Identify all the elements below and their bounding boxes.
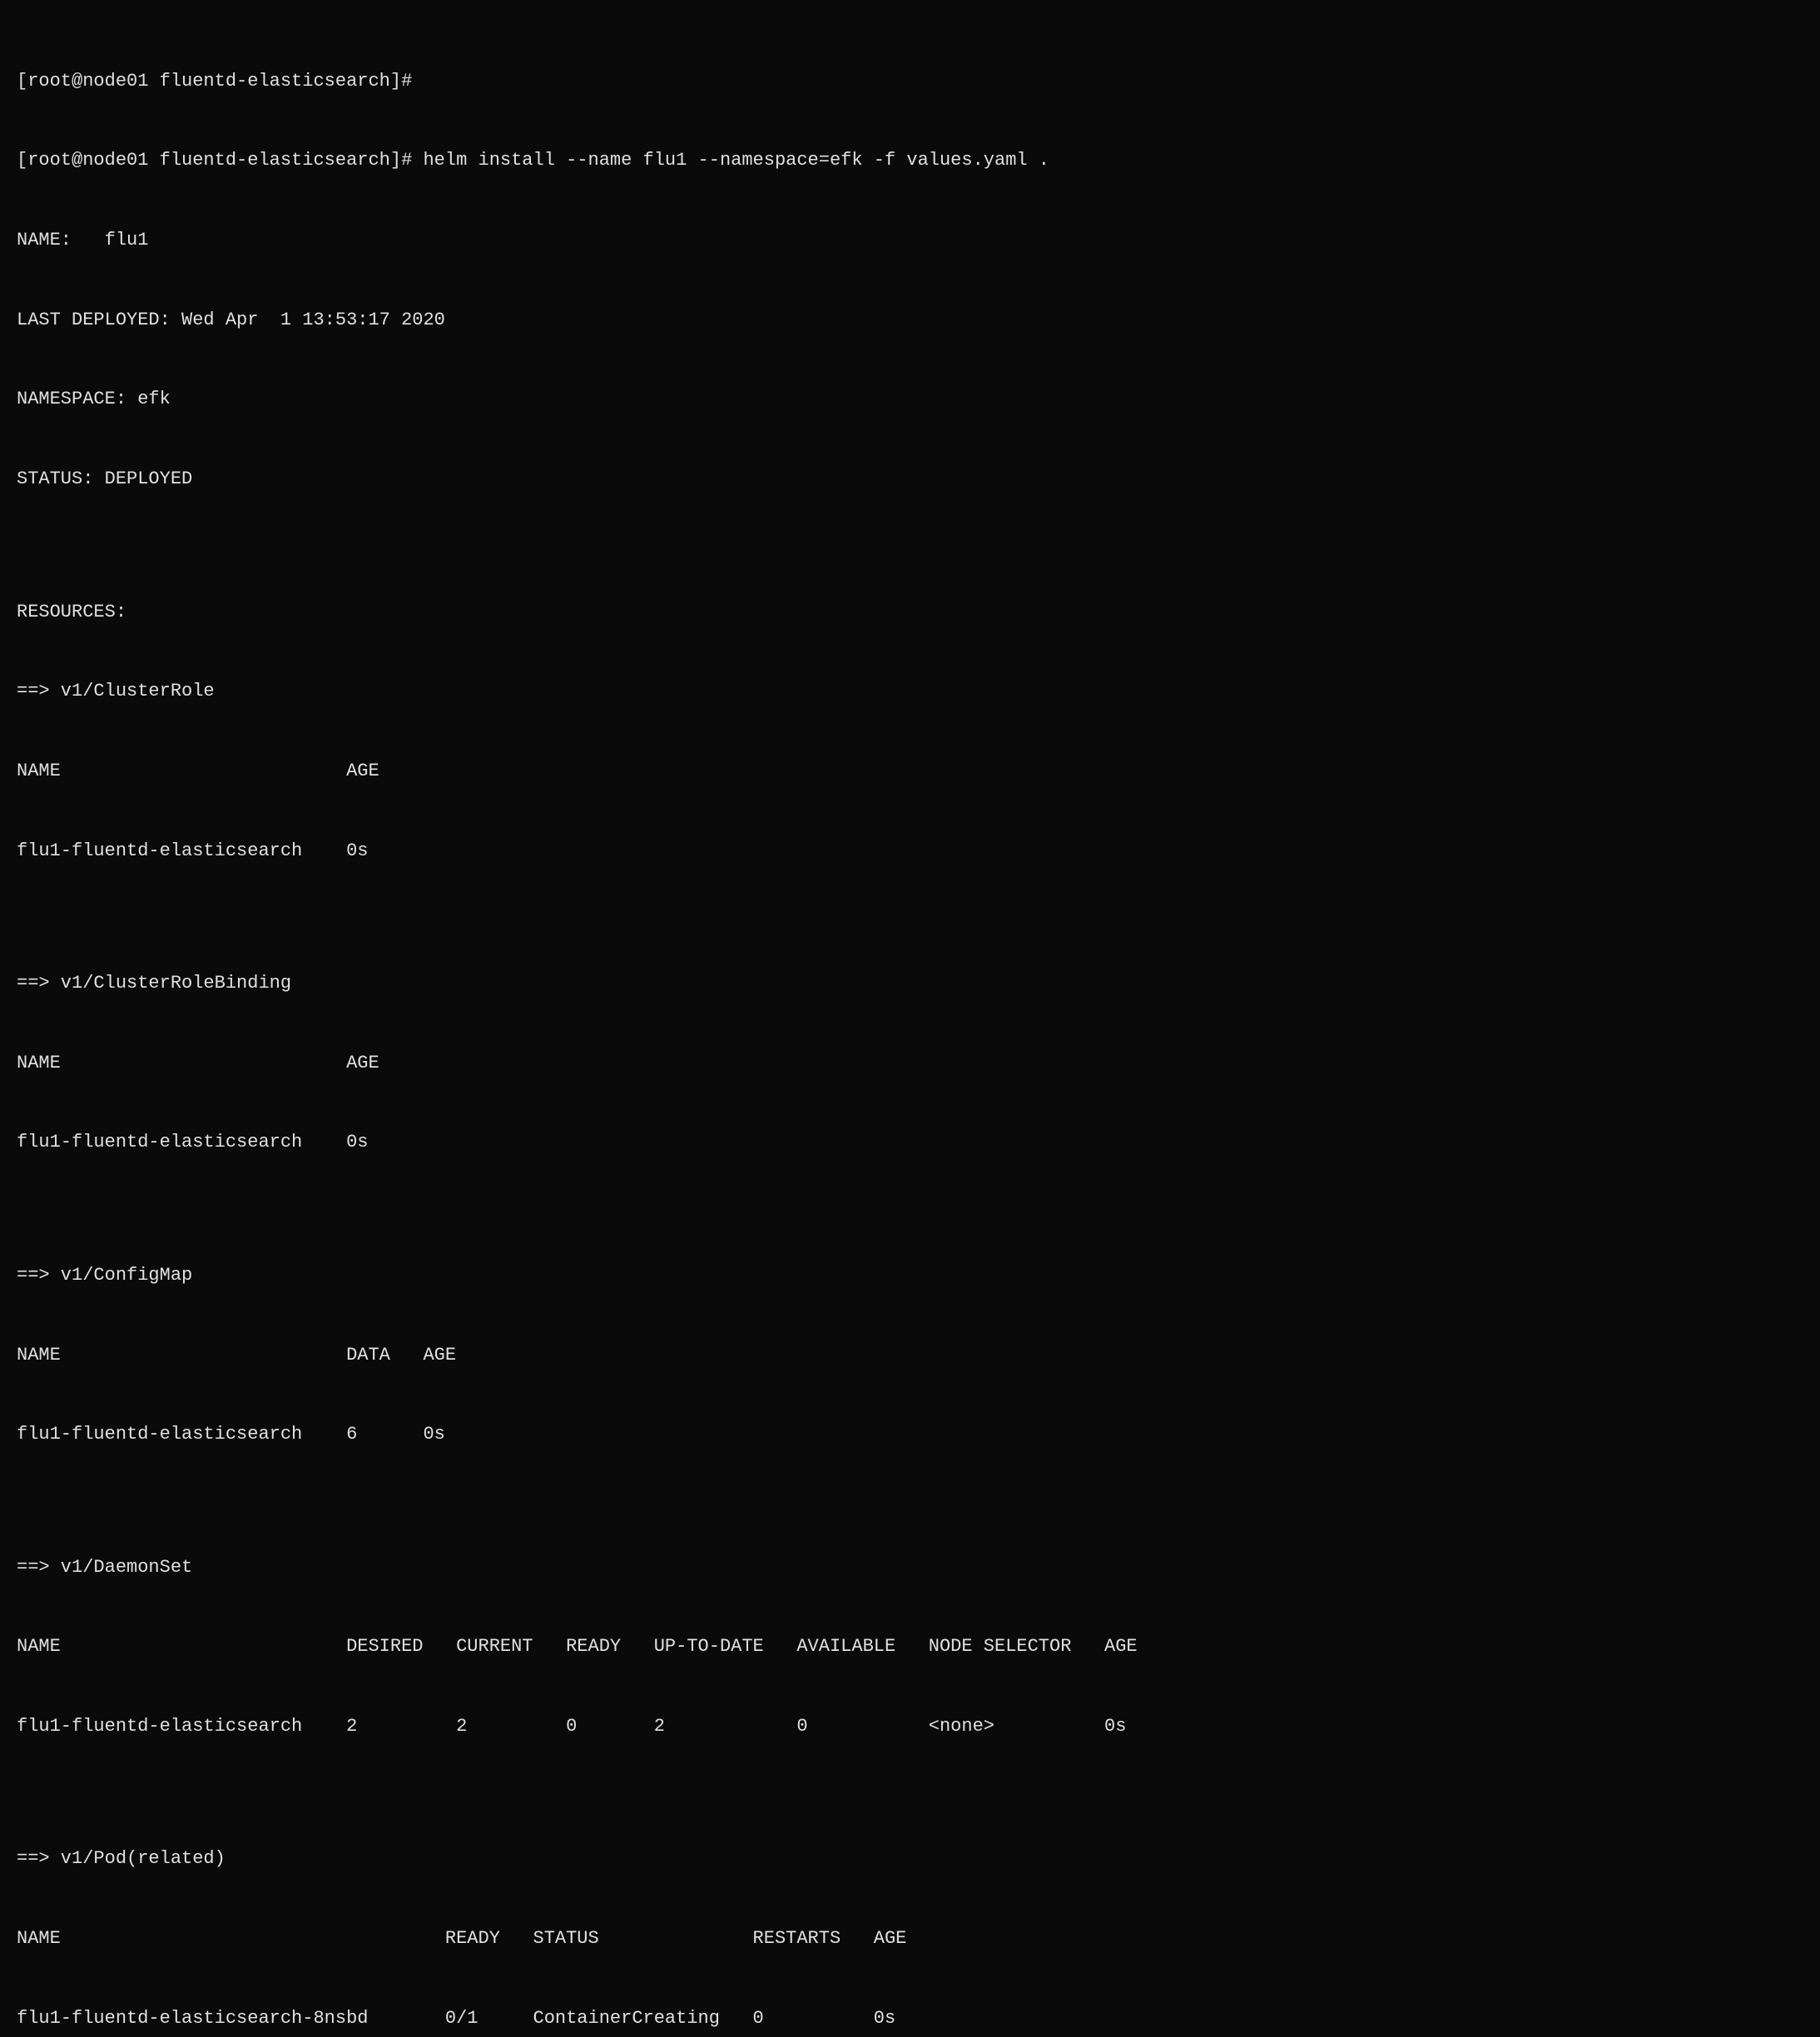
terminal-output: [root@node01 fluentd-elasticsearch]# [ro…: [17, 15, 1803, 2037]
terminal-line-27: flu1-fluentd-elasticsearch-8nsbd 0/1 Con…: [17, 2005, 1803, 2032]
terminal-line-3: NAME: flu1: [17, 227, 1803, 254]
terminal-line-13: ==> v1/ClusterRoleBinding: [17, 970, 1803, 997]
terminal-line-9: ==> v1/ClusterRole: [17, 678, 1803, 705]
terminal-line-8: RESOURCES:: [17, 599, 1803, 626]
terminal-line-1: [root@node01 fluentd-elasticsearch]#: [17, 68, 1803, 95]
terminal-line-5: NAMESPACE: efk: [17, 386, 1803, 413]
terminal-line-23: flu1-fluentd-elasticsearch 2 2 0 2 0 <no…: [17, 1713, 1803, 1740]
terminal-line-14: NAME AGE: [17, 1050, 1803, 1077]
terminal-line-26: NAME READY STATUS RESTARTS AGE: [17, 1925, 1803, 1952]
terminal-line-4: LAST DEPLOYED: Wed Apr 1 13:53:17 2020: [17, 307, 1803, 334]
terminal-line-11: flu1-fluentd-elasticsearch 0s: [17, 838, 1803, 865]
terminal-line-6: STATUS: DEPLOYED: [17, 466, 1803, 493]
terminal-line-15: flu1-fluentd-elasticsearch 0s: [17, 1129, 1803, 1156]
terminal-line-10: NAME AGE: [17, 758, 1803, 785]
terminal-line-22: NAME DESIRED CURRENT READY UP-TO-DATE AV…: [17, 1633, 1803, 1660]
terminal-line-25: ==> v1/Pod(related): [17, 1846, 1803, 1872]
terminal-line-19: flu1-fluentd-elasticsearch 6 0s: [17, 1421, 1803, 1448]
terminal-line-21: ==> v1/DaemonSet: [17, 1554, 1803, 1581]
terminal-line-17: ==> v1/ConfigMap: [17, 1262, 1803, 1289]
terminal-line-2: [root@node01 fluentd-elasticsearch]# hel…: [17, 147, 1803, 174]
terminal-line-18: NAME DATA AGE: [17, 1342, 1803, 1369]
